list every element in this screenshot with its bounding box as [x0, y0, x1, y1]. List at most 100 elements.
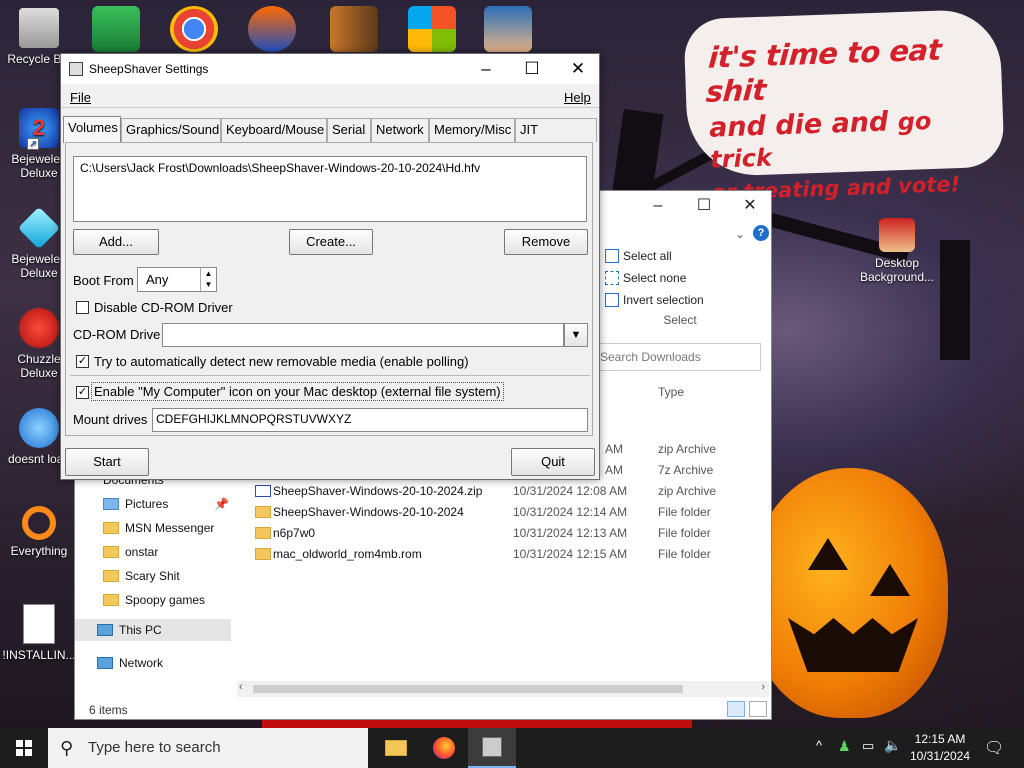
volume-icon[interactable]: 🔈	[884, 737, 901, 754]
minimize-button[interactable]: –	[463, 54, 509, 84]
file-date: 10/31/2024 12:13 AM	[513, 526, 628, 540]
nav-item-spoopy[interactable]: Spoopy games	[103, 589, 205, 611]
desktop-icon-everything[interactable]: Everything	[2, 506, 76, 558]
msn-people-icon[interactable]	[92, 6, 140, 52]
my-computer-checkbox[interactable]: ✓	[76, 386, 89, 399]
file-date: 10/31/2024 12:08 AM	[513, 484, 628, 498]
chrome-icon[interactable]	[170, 6, 218, 52]
picasa-icon[interactable]	[248, 6, 296, 52]
large-icons-view-icon[interactable]	[749, 701, 767, 717]
close-button[interactable]: ✕	[555, 54, 601, 84]
ribbon-select-group: Select all Select none Invert selection …	[605, 245, 755, 341]
bubble-line-1: it's time to eat shit	[704, 32, 943, 109]
select-none-icon	[605, 271, 619, 285]
maximize-button[interactable]: ☐	[509, 54, 555, 84]
mount-drives-label: Mount drives	[73, 412, 148, 427]
create-volume-button[interactable]: Create...	[289, 229, 373, 255]
select-none-button[interactable]: Select none	[605, 267, 755, 289]
archive-icon[interactable]	[330, 6, 378, 52]
volume-list[interactable]: C:\Users\Jack Frost\Downloads\SheepShave…	[73, 156, 587, 222]
table-row[interactable]: mac_oldworld_rom4mb.rom 10/31/2024 12:15…	[253, 544, 773, 565]
auto-detect-checkbox[interactable]: ✓	[76, 355, 89, 368]
nav-item-msn[interactable]: MSN Messenger	[103, 517, 214, 539]
start-menu-button[interactable]	[0, 728, 48, 768]
help-icon[interactable]: ?	[753, 225, 769, 241]
nav-item-network[interactable]: Network	[97, 652, 163, 674]
disable-cdrom-checkbox[interactable]	[76, 301, 89, 314]
select-all-button[interactable]: Select all	[605, 245, 755, 267]
tab-memory-misc[interactable]: Memory/Misc	[429, 118, 515, 142]
desktop-icon-installing[interactable]: !INSTALLIN...	[2, 604, 76, 662]
clock-time: 12:15 AM	[914, 732, 966, 746]
nav-item-onstar[interactable]: onstar	[103, 541, 158, 563]
taskbar-sheepshaver[interactable]	[468, 728, 516, 768]
mount-drives-input[interactable]: CDEFGHIJKLMNOPQRSTUVWXYZ	[152, 408, 588, 432]
boot-from-label: Boot From	[73, 273, 134, 288]
pictures-folder-icon	[103, 498, 119, 510]
boot-from-spinner[interactable]: Any ▲ ▼	[137, 267, 217, 292]
scroll-right-icon[interactable]: ›	[761, 681, 765, 693]
tab-volumes[interactable]: Volumes	[63, 116, 121, 143]
taskbar-clock[interactable]: 12:15 AM 10/31/2024	[904, 731, 976, 765]
invert-selection-button[interactable]: Invert selection	[605, 289, 755, 311]
add-volume-button[interactable]: Add...	[73, 229, 159, 255]
select-all-icon	[605, 249, 619, 263]
notification-icon[interactable]: 🗨	[984, 738, 1004, 758]
taskbar-search-input[interactable]: ⚲ Type here to search	[48, 728, 368, 768]
quit-button[interactable]: Quit	[511, 448, 595, 476]
nav-item-this-pc[interactable]: This PC	[75, 619, 231, 641]
spinner-arrows-icon[interactable]: ▲ ▼	[200, 268, 216, 291]
minimize-button[interactable]: –	[635, 191, 681, 221]
file-type: 7z Archive	[658, 463, 714, 477]
my-computer-label: Enable "My Computer" icon on your Mac de…	[91, 382, 504, 401]
remove-volume-button[interactable]: Remove	[504, 229, 588, 255]
people-icon[interactable]: ♟	[838, 738, 851, 755]
volume-list-item[interactable]: C:\Users\Jack Frost\Downloads\SheepShave…	[80, 161, 580, 175]
file-date: AM	[605, 442, 623, 456]
scrollbar-thumb[interactable]	[253, 685, 683, 693]
speech-bubble: it's time to eat shit and die and go tri…	[683, 8, 1005, 205]
details-view-icon[interactable]	[727, 701, 745, 717]
chevron-down-icon[interactable]: ⌄	[735, 227, 745, 241]
taskbar: ⚲ Type here to search ^ ♟ ▭ 🔈 12:15 AM 1…	[0, 728, 1024, 768]
folder-icon	[255, 548, 271, 560]
cdrom-drive-label: CD-ROM Drive	[73, 327, 161, 342]
folder-icon	[103, 594, 119, 606]
file-date: 10/31/2024 12:14 AM	[513, 505, 628, 519]
menu-help[interactable]: Help	[564, 90, 591, 105]
diamond-icon	[17, 206, 61, 250]
start-button[interactable]: Start	[65, 448, 149, 476]
search-input[interactable]: Search Downloads	[595, 343, 761, 371]
separator	[70, 375, 590, 376]
nav-item-scary[interactable]: Scary Shit	[103, 565, 180, 587]
table-row[interactable]: SheepShaver-Windows-20-10-2024.zip 10/31…	[253, 481, 773, 502]
chevron-down-icon[interactable]: ▼	[564, 323, 588, 347]
horizontal-scrollbar[interactable]: ‹ ›	[237, 681, 769, 697]
menu-file[interactable]: File	[70, 90, 91, 105]
tab-jit-compiler[interactable]: JIT Compiler	[515, 118, 597, 159]
taskbar-file-explorer[interactable]	[372, 728, 420, 768]
chevron-up-icon[interactable]: ^	[816, 738, 822, 753]
column-header-type[interactable]: Type	[658, 385, 684, 399]
table-row[interactable]: n6p7w0 10/31/2024 12:13 AM File folder	[253, 523, 773, 544]
close-button[interactable]: ✕	[727, 191, 773, 221]
table-row[interactable]: SheepShaver-Windows-20-10-2024 10/31/202…	[253, 502, 773, 523]
maximize-button[interactable]: ☐	[681, 191, 727, 221]
tab-keyboard-mouse[interactable]: Keyboard/Mouse	[221, 118, 327, 142]
taskbar-firefox[interactable]	[420, 728, 468, 768]
folder-icon	[255, 506, 271, 518]
nav-item-pictures[interactable]: Pictures 📌	[103, 493, 229, 515]
scroll-left-icon[interactable]: ‹	[239, 681, 243, 693]
network-tray-icon[interactable]: ▭	[862, 738, 874, 754]
character-game-icon[interactable]	[484, 6, 532, 52]
tab-serial[interactable]: Serial	[327, 118, 371, 142]
tab-network[interactable]: Network	[371, 118, 429, 142]
desktop-icon-background[interactable]: Desktop Background...	[858, 218, 936, 284]
file-type: File folder	[658, 505, 711, 519]
tab-graphics-sound[interactable]: Graphics/Sound	[121, 118, 221, 142]
windows-shield-icon[interactable]	[408, 6, 456, 52]
cdrom-drive-input[interactable]	[162, 323, 564, 347]
pumpkin-eye	[808, 538, 848, 570]
file-explorer-icon	[385, 740, 407, 756]
network-icon	[97, 657, 113, 669]
